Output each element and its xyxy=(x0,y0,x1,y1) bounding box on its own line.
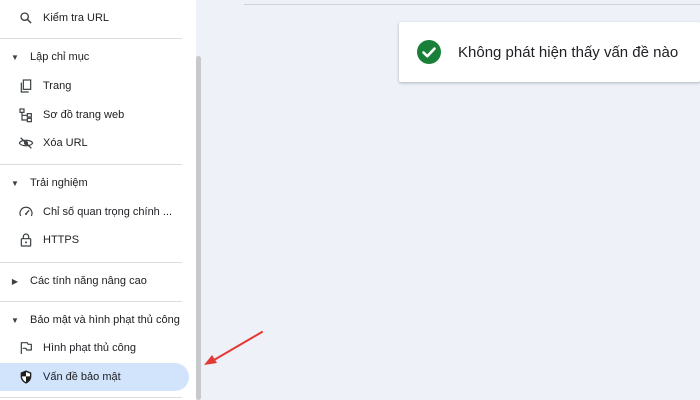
sidebar-item-label: Chỉ số quan trọng chính ... xyxy=(43,206,173,218)
status-message: Không phát hiện thấy vấn đề nào xyxy=(458,43,679,61)
status-card: Không phát hiện thấy vấn đề nào xyxy=(399,22,700,82)
check-circle-icon xyxy=(417,40,441,64)
section-header-security[interactable]: ▼ Bảo mật và hình phạt thủ công xyxy=(0,306,190,334)
sidebar-item-https[interactable]: HTTPS xyxy=(0,226,190,254)
shield-icon xyxy=(18,369,34,385)
caret-right-icon: ▶ xyxy=(11,276,19,286)
section-title: Bảo mật và hình phạt thủ công xyxy=(30,314,180,326)
annotation-arrow xyxy=(204,331,263,365)
sidebar-item-label: Sơ đồ trang web xyxy=(43,109,125,121)
sidebar-item-manual-actions[interactable]: Hình phạt thủ công xyxy=(0,334,190,362)
sidebar-item-core-web-vitals[interactable]: Chỉ số quan trọng chính ... xyxy=(0,198,190,226)
flag-icon xyxy=(18,340,34,356)
caret-down-icon: ▼ xyxy=(11,178,19,188)
section-header-indexing[interactable]: ▼ Lập chỉ mục xyxy=(0,43,190,71)
divider xyxy=(0,38,182,39)
pages-icon xyxy=(18,78,34,94)
sidebar-item-sitemaps[interactable]: Sơ đồ trang web xyxy=(0,101,190,129)
sidebar-nav: Kiểm tra URL ▼ Lập chỉ mục Trang Sơ đồ t… xyxy=(0,0,196,400)
lock-icon xyxy=(18,232,34,248)
sidebar-item-label: Vấn đề bảo mật xyxy=(43,371,121,383)
sidebar-item-pages[interactable]: Trang xyxy=(0,72,190,100)
section-header-enhancements[interactable]: ▶ Các tính năng nâng cao xyxy=(0,267,190,295)
sidebar-item-label: Kiểm tra URL xyxy=(43,12,110,24)
caret-down-icon: ▼ xyxy=(11,52,19,62)
sidebar-item-url-inspection[interactable]: Kiểm tra URL xyxy=(0,4,190,32)
divider xyxy=(0,164,182,165)
sidebar-item-label: Trang xyxy=(43,80,72,92)
sidebar-item-security-issues[interactable]: Vấn đề bảo mật xyxy=(0,363,189,391)
sidebar-item-label: Xóa URL xyxy=(43,137,88,149)
section-title: Các tính năng nâng cao xyxy=(30,275,147,287)
search-icon xyxy=(18,10,34,26)
sitemap-icon xyxy=(18,107,34,123)
section-title: Trải nghiệm xyxy=(30,177,88,189)
content-top-divider xyxy=(244,4,700,5)
sidebar-item-removals[interactable]: Xóa URL xyxy=(0,129,190,157)
caret-down-icon: ▼ xyxy=(11,315,19,325)
sidebar-item-label: HTTPS xyxy=(43,234,80,246)
section-header-experience[interactable]: ▼ Trải nghiệm xyxy=(0,169,190,197)
divider xyxy=(0,301,182,302)
eye-off-icon xyxy=(18,135,34,151)
speedometer-icon xyxy=(18,204,34,220)
sidebar-item-label: Hình phạt thủ công xyxy=(43,342,136,354)
divider xyxy=(0,262,182,263)
section-title: Lập chỉ mục xyxy=(30,51,90,63)
divider xyxy=(0,397,182,398)
